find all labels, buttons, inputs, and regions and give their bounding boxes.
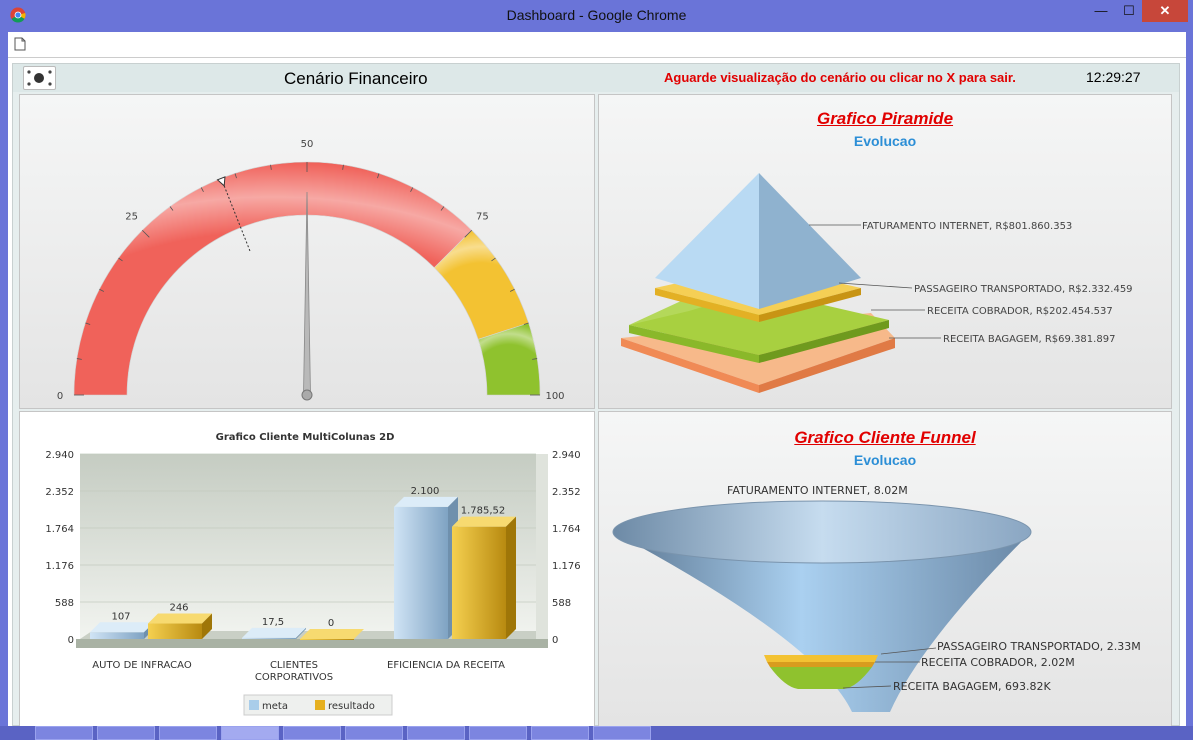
taskbar-item[interactable]: [97, 726, 155, 740]
y-tick-label-left: 2.352: [45, 487, 74, 498]
x-category-label: AUTO DE INFRACAO: [92, 660, 192, 671]
gauge-band-highlight: [74, 161, 472, 395]
funnel-segment-cobrador: [767, 662, 875, 667]
bar-value-label: 0: [328, 618, 334, 629]
y-tick-label-left: 0: [68, 635, 74, 646]
legend-label: meta: [262, 701, 288, 712]
menu-button[interactable]: [23, 66, 56, 90]
bar-value-label: 246: [169, 603, 188, 614]
y-tick-label-left: 588: [55, 598, 74, 609]
taskbar-item-chrome[interactable]: [221, 726, 279, 740]
legend-swatch-meta: [249, 700, 259, 710]
y-tick-label-right: 1.176: [552, 561, 581, 572]
close-button[interactable]: ✕: [1142, 0, 1188, 22]
bar-value-label: 1.785,52: [461, 506, 506, 517]
taskbar-item[interactable]: [159, 726, 217, 740]
y-tick-label-left: 1.764: [45, 524, 74, 535]
column-chart: Grafico Cliente MultiColunas 2D 0 0 588 588…: [45, 432, 581, 716]
chart-title: Grafico Cliente MultiColunas 2D: [216, 432, 395, 443]
pyramid-label: RECEITA BAGAGEM, R$69.381.897: [943, 334, 1115, 345]
taskbar-item[interactable]: [35, 726, 93, 740]
gauge-needle: [303, 191, 311, 396]
plot-wall: [536, 454, 548, 639]
gauge-panel: 0 25 50 75 100: [19, 94, 595, 409]
clock: 12:29:27: [1086, 69, 1141, 85]
bar-value-label: 2.100: [411, 486, 440, 497]
y-tick-label-left: 2.940: [45, 450, 74, 461]
x-category-label: EFICIENCIA DA RECEITA: [387, 660, 505, 671]
x-category-label: CLIENTES: [270, 660, 318, 671]
legend-label: resultado: [328, 701, 375, 712]
page-content: Cenário Financeiro Aguarde visualização …: [8, 58, 1186, 727]
gauge-pivot: [301, 389, 313, 401]
bar-value-label: 107: [111, 611, 130, 622]
page-icon: [14, 37, 26, 51]
taskbar-item[interactable]: [407, 726, 465, 740]
gauge-tick-label: 100: [545, 391, 564, 402]
bar-meta: [90, 622, 154, 639]
dashboard-title: Cenário Financeiro: [284, 69, 428, 88]
warning-message: Aguarde visualização do cenário ou clica…: [664, 70, 1016, 85]
dots-menu-icon: [27, 70, 52, 86]
gauge-chart: 0 25 50 75 100: [57, 139, 565, 402]
y-tick-label-right: 2.940: [552, 450, 581, 461]
plot-base: [76, 639, 548, 648]
taskbar-item[interactable]: [531, 726, 589, 740]
bar-meta: [242, 627, 306, 639]
funnel-label: PASSAGEIRO TRANSPORTADO, 2.33M: [937, 640, 1141, 653]
x-category-label: CORPORATIVOS: [255, 672, 333, 683]
column-chart-panel: Grafico Cliente MultiColunas 2D 0 0 588 588…: [19, 411, 595, 727]
funnel-label: RECEITA COBRADOR, 2.02M: [921, 656, 1075, 669]
funnel-chart: FATURAMENTO INTERNET, 8.02M PASSAGEIRO T…: [612, 484, 1141, 712]
funnel-panel: Grafico Cliente Funnel Evolucao FATURAME…: [598, 411, 1172, 727]
gauge-tick-label: 50: [301, 139, 314, 150]
maximize-button[interactable]: ☐: [1116, 0, 1142, 22]
minimize-button[interactable]: —: [1086, 0, 1116, 22]
dashboard: Cenário Financeiro Aguarde visualização …: [12, 63, 1180, 727]
window-title: Dashboard - Google Chrome: [506, 7, 687, 23]
browser-window: Dashboard - Google Chrome — ☐ ✕ Cenário …: [0, 0, 1193, 740]
legend: meta resultado: [243, 694, 393, 716]
gauge-tick-label: 25: [125, 212, 138, 223]
bar-value-label: 17,5: [262, 617, 284, 628]
pyramid-label: RECEITA COBRADOR, R$202.454.537: [927, 306, 1113, 317]
y-tick-label-right: 1.764: [552, 524, 581, 535]
browser-toolbar: [8, 32, 1186, 58]
dashboard-header: Cenário Financeiro Aguarde visualização …: [13, 64, 1179, 92]
taskbar: [0, 726, 1193, 740]
taskbar-item[interactable]: [345, 726, 403, 740]
pyramid-label: FATURAMENTO INTERNET, R$801.860.353: [862, 221, 1072, 232]
y-tick-label-right: 588: [552, 598, 571, 609]
bar-resultado: [300, 629, 364, 640]
taskbar-item[interactable]: [469, 726, 527, 740]
y-tick-label-left: 1.176: [45, 561, 74, 572]
bar-meta: [394, 496, 458, 639]
bar-resultado: [452, 516, 516, 639]
bar-resultado: [148, 613, 212, 639]
funnel-label: FATURAMENTO INTERNET, 8.02M: [727, 484, 908, 497]
title-bar[interactable]: Dashboard - Google Chrome — ☐ ✕: [0, 0, 1193, 32]
pyramid-chart: FATURAMENTO INTERNET, R$801.860.353 PASS…: [621, 173, 1133, 393]
legend-swatch-resultado: [315, 700, 325, 710]
y-tick-label-right: 2.352: [552, 487, 581, 498]
pyramid-panel: Grafico Piramide Evolucao FATURAMENTO IN…: [598, 94, 1172, 409]
funnel-label: RECEITA BAGAGEM, 693.82K: [893, 680, 1052, 693]
pyramid-label: PASSAGEIRO TRANSPORTADO, R$2.332.459: [914, 284, 1133, 295]
funnel-segment-passageiro: [764, 655, 878, 662]
gauge-tick-label: 75: [476, 212, 489, 223]
taskbar-item[interactable]: [283, 726, 341, 740]
taskbar-item[interactable]: [593, 726, 651, 740]
y-tick-label-right: 0: [552, 635, 558, 646]
gauge-tick-label: 0: [57, 391, 63, 402]
